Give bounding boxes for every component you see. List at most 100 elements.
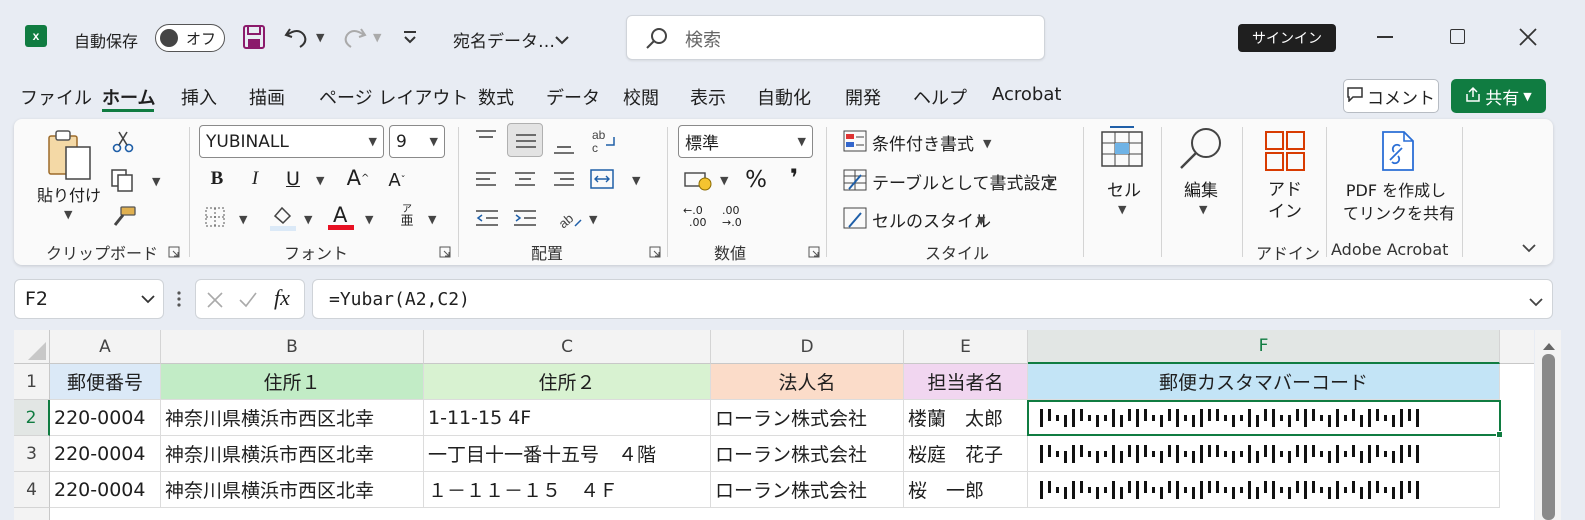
cell-a2[interactable]: 220-0004 [50,400,161,436]
more-options-icon[interactable] [176,289,182,309]
column-header-f[interactable]: F [1028,330,1500,364]
font-size-select[interactable]: 9 ▼ [389,125,445,158]
scroll-up-icon[interactable] [1542,336,1556,350]
editing-dropdown-icon[interactable]: ▼ [1199,203,1207,216]
tab-page-layout[interactable]: ページ レイアウト [319,84,468,110]
copy-dropdown-icon[interactable]: ▼ [152,175,160,188]
redo-icon[interactable] [341,25,367,49]
tab-review[interactable]: 校閲 [623,84,659,110]
tab-acrobat[interactable]: Acrobat [992,84,1061,105]
cell-d2[interactable]: ローラン株式会社 [711,400,904,436]
cell-b3[interactable]: 神奈川県横浜市西区北幸 [161,436,424,472]
tab-formulas[interactable]: 数式 [478,84,514,110]
addins-button[interactable]: アド イン [1268,179,1302,223]
comment-button[interactable]: コメント [1343,79,1439,113]
font-name-select[interactable]: YUBINALL ▼ [199,125,384,158]
conditional-dropdown-icon[interactable]: ▼ [983,137,991,150]
addins-icon[interactable] [1264,130,1306,172]
cells-icon[interactable] [1100,126,1144,168]
customize-toolbar-icon[interactable] [402,28,418,46]
cancel-icon[interactable] [206,291,224,309]
document-name[interactable]: 宛名データ… [453,27,555,52]
orientation-icon[interactable]: ab [555,204,583,231]
cell-e3[interactable]: 桜庭 花子 [904,436,1028,472]
cell-b2[interactable]: 神奈川県横浜市西区北幸 [161,400,424,436]
currency-format-icon[interactable] [683,168,713,192]
tab-home[interactable]: ホーム [102,84,155,110]
autosave-toggle[interactable]: オフ [155,24,225,52]
paste-label[interactable]: 貼り付け [37,182,101,206]
cell-a4[interactable]: 220-0004 [50,472,161,508]
phonetic-dropdown-icon[interactable]: ▼ [428,213,436,226]
cell-d4[interactable]: ローラン株式会社 [711,472,904,508]
cell-d3[interactable]: ローラン株式会社 [711,436,904,472]
undo-icon[interactable] [284,25,310,49]
cell-styles-dropdown-icon[interactable]: ▼ [977,214,985,227]
cell-styles-button[interactable]: セルのスタイル [872,207,991,232]
number-format-select[interactable]: 標準 ▼ [678,125,813,158]
close-icon[interactable] [1519,28,1537,46]
conditional-format-icon[interactable] [843,130,867,152]
minimize-icon[interactable] [1377,36,1393,38]
chevron-down-icon[interactable] [555,31,569,45]
signin-button[interactable]: サインイン [1238,24,1336,52]
cell-a3[interactable]: 220-0004 [50,436,161,472]
row-header-3[interactable]: 3 [14,436,50,472]
percent-button[interactable]: % [742,166,770,194]
column-header-a[interactable]: A [50,330,161,364]
fill-handle[interactable] [1496,431,1503,438]
decrease-indent-icon[interactable] [474,208,500,228]
tab-view[interactable]: 表示 [690,84,726,110]
cell-f4[interactable] [1028,472,1500,508]
currency-dropdown-icon[interactable]: ▼ [720,174,728,187]
format-as-table-icon[interactable] [843,169,867,191]
copy-icon[interactable] [110,168,136,192]
paste-dropdown-icon[interactable]: ▼ [64,208,72,221]
cells-label[interactable]: セル [1107,176,1141,201]
row-header-4[interactable]: 4 [14,472,50,508]
redo-dropdown-icon[interactable]: ▼ [373,31,381,44]
column-header-c[interactable]: C [424,330,711,364]
cell-c3[interactable]: 一丁目十一番十五号 ４階 [424,436,711,472]
scrollbar-thumb[interactable] [1542,354,1555,520]
cell-c4[interactable]: １－１１－１５ ４Ｆ [424,472,711,508]
align-middle-button[interactable] [507,123,543,157]
cut-icon[interactable] [112,131,134,153]
cell-e4[interactable]: 桜 一郎 [904,472,1028,508]
cell-f3[interactable] [1028,436,1500,472]
format-as-table-button[interactable]: テーブルとして書式設定 [872,169,1057,194]
comma-style-button[interactable]: ❜ [784,164,804,192]
cell-e2[interactable]: 楼蘭 太郎 [904,400,1028,436]
tab-automate[interactable]: 自動化 [757,84,811,110]
align-bottom-icon[interactable] [552,136,576,156]
cell-f2[interactable] [1028,400,1500,436]
tab-help[interactable]: ヘルプ [913,84,967,110]
increase-indent-icon[interactable] [512,208,538,228]
decrease-decimal-icon[interactable]: .00 →.0 [722,205,750,231]
underline-button[interactable]: U [282,167,304,191]
column-header-b[interactable]: B [161,330,424,364]
cell-e1[interactable]: 担当者名 [904,364,1028,400]
row-header-1[interactable]: 1 [14,364,50,400]
clipboard-launcher-icon[interactable] [168,243,180,258]
cells-dropdown-icon[interactable]: ▼ [1118,203,1126,216]
fill-color-icon[interactable] [270,204,296,232]
bold-button[interactable]: B [206,167,228,191]
formula-expand-icon[interactable] [1528,293,1544,307]
editing-search-icon[interactable] [1178,126,1224,172]
tab-data[interactable]: データ [546,84,600,110]
borders-dropdown-icon[interactable]: ▼ [239,213,247,226]
cell-b4[interactable]: 神奈川県横浜市西区北幸 [161,472,424,508]
align-center-icon[interactable] [513,170,537,190]
conditional-format-button[interactable]: 条件付き書式 [872,130,974,155]
row-header-5[interactable] [14,508,50,520]
cell-c2[interactable]: 1-11-15 4F [424,400,711,436]
insert-function-icon[interactable]: fx [274,285,290,311]
ribbon-collapse-icon[interactable] [1521,239,1537,253]
orientation-dropdown-icon[interactable]: ▼ [589,213,597,226]
column-header-d[interactable]: D [711,330,904,364]
increase-decimal-icon[interactable]: ←.0.00 [683,205,711,231]
save-icon[interactable] [243,25,265,49]
italic-button[interactable]: I [244,167,266,191]
pdf-share-link-icon[interactable] [1380,130,1416,172]
